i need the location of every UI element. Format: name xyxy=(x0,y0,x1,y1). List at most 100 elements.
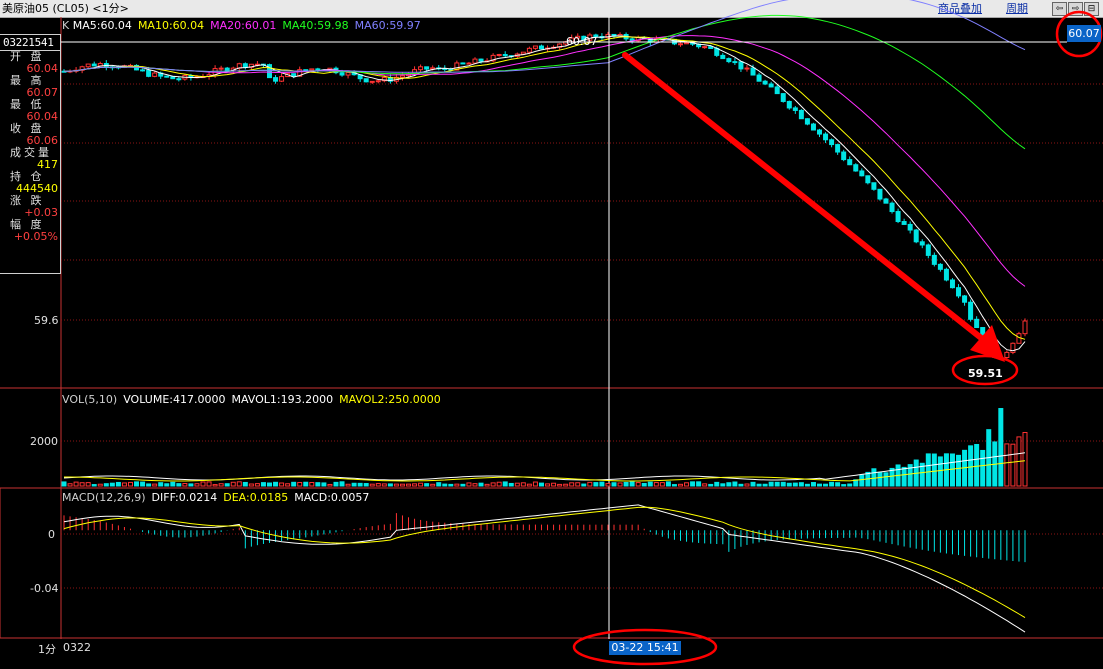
volume-bar xyxy=(557,483,563,487)
candle-body xyxy=(315,68,321,71)
volume-bar xyxy=(484,483,490,487)
candle-body xyxy=(937,263,943,270)
candle-body xyxy=(1016,333,1022,344)
kline-header: K MA5:60.04 MA10:60.04 MA20:60.01 MA40:59.9… xyxy=(62,19,427,32)
volume-bar xyxy=(387,483,393,487)
candle-body xyxy=(750,67,756,76)
volume-bar xyxy=(1022,432,1028,487)
candle-body xyxy=(817,129,823,135)
header-item: MACD(12,26,9) xyxy=(62,491,146,504)
volume-bar xyxy=(393,483,399,487)
candle-body xyxy=(792,107,798,111)
volume-bar xyxy=(321,482,327,487)
volume-bar xyxy=(823,483,829,487)
volume-bar xyxy=(569,482,575,487)
volume-bar xyxy=(115,481,121,487)
candle-body xyxy=(774,86,780,95)
candle-body xyxy=(176,78,182,81)
volume-bar xyxy=(925,453,931,487)
volume-bar xyxy=(1010,443,1016,487)
candle-body xyxy=(532,45,538,49)
volume-bar xyxy=(412,483,418,487)
volume-bar xyxy=(381,483,387,487)
header-item: DIFF:0.0214 xyxy=(151,491,218,504)
macd-header: MACD(12,26,9) DIFF:0.0214 DEA:0.0185 MACD:0… xyxy=(62,491,375,504)
high-annotation: 60.07 xyxy=(566,35,598,48)
volume-bar xyxy=(79,482,85,487)
volume-bar xyxy=(647,481,653,487)
candle-body xyxy=(502,54,508,57)
volume-bar xyxy=(97,483,103,487)
volume-bar xyxy=(200,481,206,487)
quote-value: +0.05% xyxy=(13,230,58,243)
candle-body xyxy=(962,295,968,303)
price-axis-label: 59.6 xyxy=(34,314,59,327)
volume-bar xyxy=(635,482,641,487)
candle-body xyxy=(273,77,279,82)
volume-bar xyxy=(260,482,266,487)
candle-body xyxy=(279,76,285,82)
header-item: MA60:59.97 xyxy=(354,19,421,32)
volume-bar xyxy=(109,482,115,487)
volume-bar xyxy=(490,482,496,487)
volume-bar xyxy=(182,482,188,487)
volume-bar xyxy=(188,483,194,487)
volume-bar xyxy=(152,483,158,487)
volume-bar xyxy=(91,484,97,487)
volume-bar xyxy=(532,481,538,487)
header-item: MACD:0.0057 xyxy=(294,491,370,504)
volume-bar xyxy=(242,481,248,487)
volume-bar xyxy=(291,481,297,487)
volume-bar xyxy=(871,468,877,487)
candle-body xyxy=(538,45,544,50)
volume-bar xyxy=(254,483,260,487)
header-item: MAVOL1:193.2000 xyxy=(231,393,334,406)
candle-body xyxy=(883,198,889,204)
candle-body xyxy=(919,241,925,246)
volume-bar xyxy=(315,482,321,487)
volume-bar xyxy=(146,483,152,487)
candle-body xyxy=(810,123,816,131)
header-item: MA40:59.98 xyxy=(282,19,349,32)
header-item: VOL(5,10) xyxy=(62,393,118,406)
candle-body xyxy=(369,80,375,83)
candle-body xyxy=(424,66,430,70)
volume-bar xyxy=(236,481,242,487)
volume-bar xyxy=(1004,443,1010,487)
volume-bar xyxy=(720,483,726,487)
candle-body xyxy=(786,100,792,109)
candle-body xyxy=(1004,351,1010,358)
vol-axis-label: 2000 xyxy=(30,435,58,448)
candle-body xyxy=(526,47,532,53)
volume-bar xyxy=(176,483,182,487)
volume-bar xyxy=(726,482,732,487)
volume-bar xyxy=(653,482,659,487)
header-item: MA10:60.04 xyxy=(137,19,205,32)
volume-bar xyxy=(309,481,315,487)
volume-bar xyxy=(702,483,708,487)
volume-bar xyxy=(732,481,738,487)
volume-bar xyxy=(545,483,551,487)
candle-body xyxy=(780,93,786,102)
volume-bar xyxy=(158,482,164,487)
chart-canvas[interactable] xyxy=(0,0,1103,669)
candle-body xyxy=(829,139,835,146)
volume-bar xyxy=(684,482,690,487)
volume-bar xyxy=(333,481,339,487)
volume-bar xyxy=(454,483,460,487)
volume-bar xyxy=(303,481,309,487)
candle-body xyxy=(968,301,974,320)
volume-bar xyxy=(756,483,762,487)
volume-bar xyxy=(671,484,677,487)
volume-bar xyxy=(514,482,520,487)
volume-bar xyxy=(641,482,647,487)
volume-bar xyxy=(351,482,357,487)
volume-bar xyxy=(575,482,581,487)
candle-body xyxy=(871,182,877,190)
volume-bar xyxy=(121,482,127,487)
volume-bar xyxy=(587,481,593,487)
period-label: 1分 xyxy=(38,643,56,656)
candle-body xyxy=(949,279,955,289)
diff-line xyxy=(63,504,1026,633)
candle-body xyxy=(847,159,853,166)
